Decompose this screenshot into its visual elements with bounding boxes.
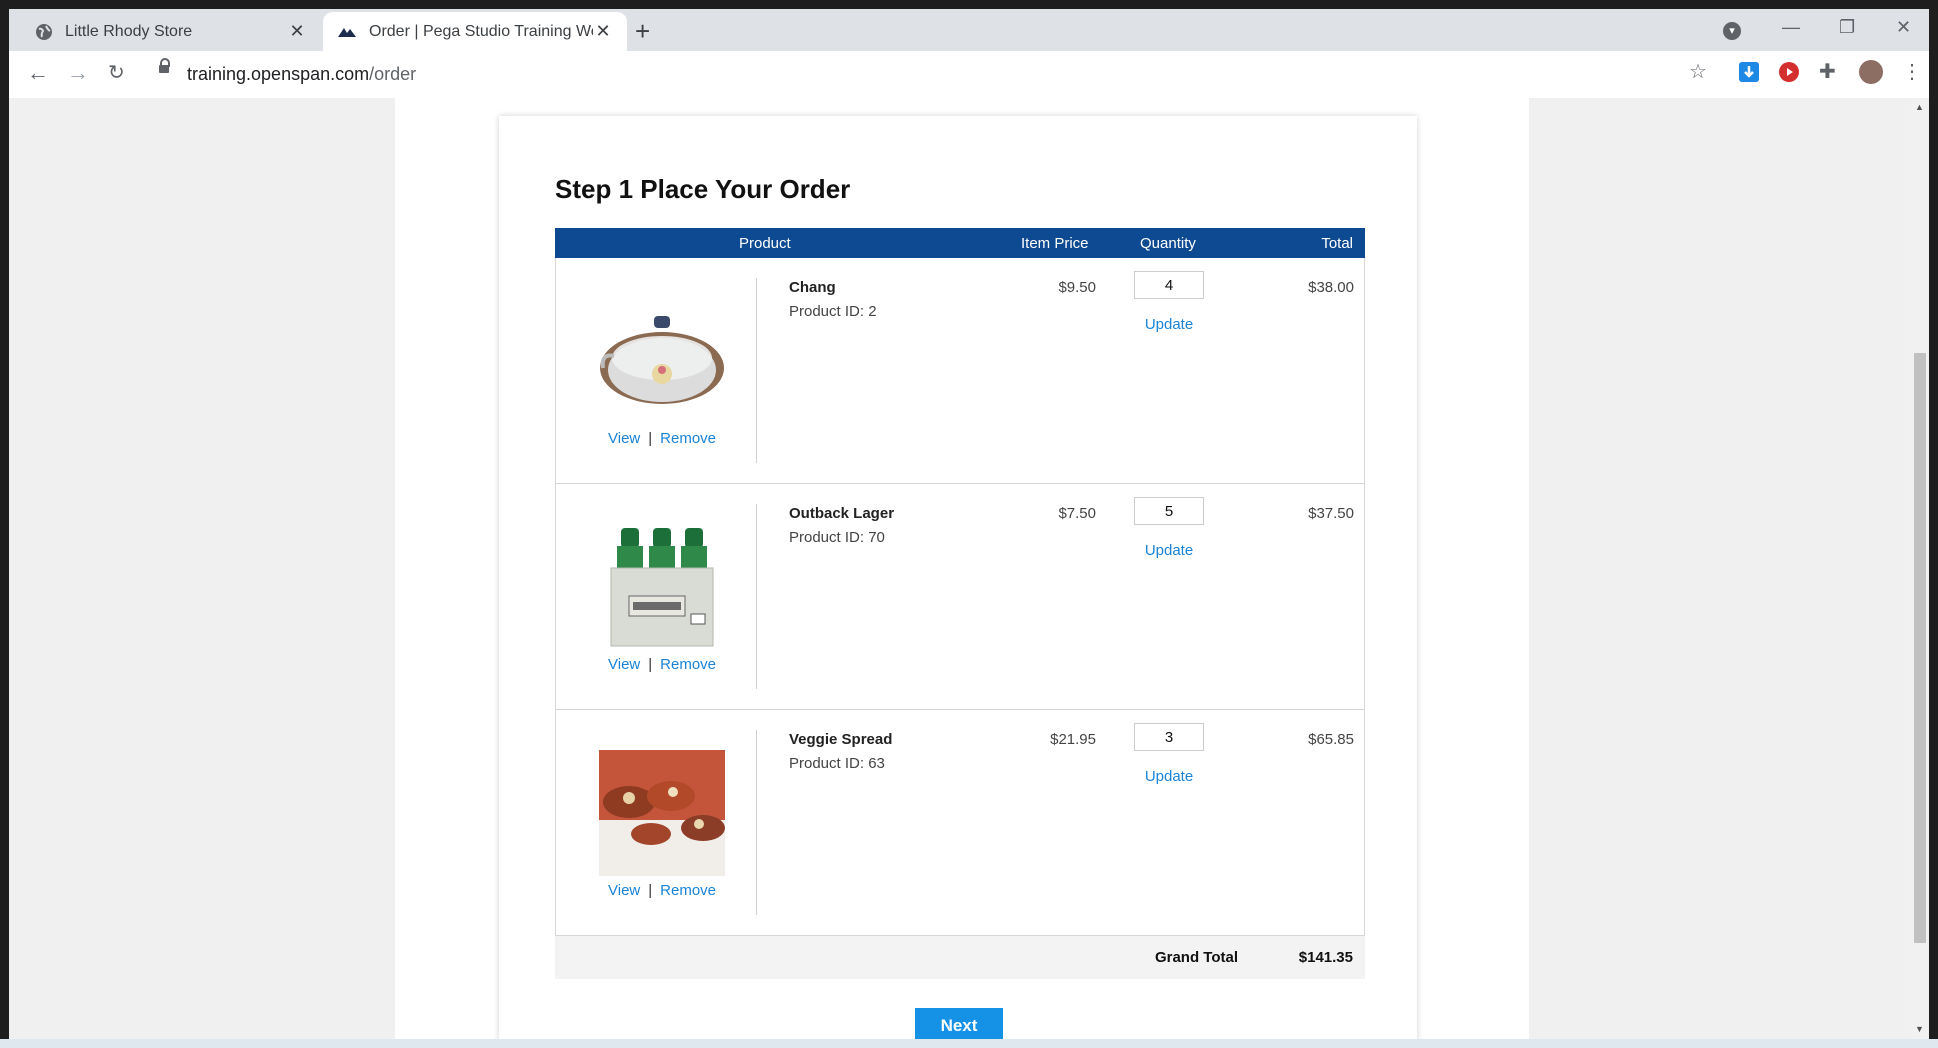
tab-little-rhody-store[interactable]: Little Rhody Store ✕ — [21, 12, 321, 51]
link-separator: | — [648, 882, 653, 899]
grand-total-row: Grand Total $141.35 — [555, 936, 1365, 979]
scroll-thumb[interactable] — [1914, 353, 1926, 943]
close-tab-icon[interactable]: ✕ — [593, 21, 613, 42]
new-tab-icon[interactable]: + — [635, 18, 650, 44]
row-links: View | Remove — [608, 882, 716, 899]
row-links: View | Remove — [608, 656, 716, 673]
item-price: $9.50 — [1058, 279, 1096, 296]
product-image-beer[interactable] — [599, 524, 725, 650]
forward-icon[interactable]: → — [67, 61, 89, 85]
update-link[interactable]: Update — [1145, 768, 1193, 785]
cell-divider — [756, 504, 757, 689]
remove-link[interactable]: Remove — [660, 656, 716, 673]
column-header-quantity: Quantity — [1140, 235, 1196, 252]
product-image-teapot[interactable] — [599, 298, 725, 424]
browser-chrome: Little Rhody Store ✕ Order | Pega Studio… — [9, 9, 1929, 99]
column-header-item-price: Item Price — [1021, 235, 1089, 252]
line-total: $37.50 — [1308, 505, 1354, 522]
product-id: Product ID: 63 — [789, 755, 885, 772]
tab-strip: Little Rhody Store ✕ Order | Pega Studio… — [9, 9, 1929, 51]
tab-title: Order | Pega Studio Training Web — [369, 22, 593, 40]
scroll-down-icon[interactable]: ▼ — [1915, 1024, 1924, 1034]
taskbar-edge — [0, 1039, 1938, 1048]
globe-icon — [36, 23, 52, 40]
table-header: Product Item Price Quantity Total — [555, 228, 1365, 258]
table-row: View | Remove Outback Lager Product ID: 70… — [555, 484, 1365, 710]
tab-title: Little Rhody Store — [65, 22, 193, 40]
tab-order-pega[interactable]: Order | Pega Studio Training Web ✕ — [323, 12, 627, 51]
cell-divider — [756, 278, 757, 463]
view-link[interactable]: View — [608, 430, 640, 447]
quantity-input[interactable] — [1134, 271, 1204, 299]
view-link[interactable]: View — [608, 656, 640, 673]
menu-kebab-icon[interactable]: ⋮ — [1902, 60, 1922, 84]
product-id: Product ID: 70 — [789, 529, 885, 546]
column-header-total: Total — [1321, 235, 1353, 252]
tab-search-icon[interactable]: ▾ — [1723, 22, 1741, 40]
extensions-puzzle-icon[interactable]: ✚ — [1819, 60, 1836, 84]
order-table: Product Item Price Quantity Total View | R… — [555, 228, 1365, 979]
url-path: /order — [369, 64, 417, 84]
address-bar[interactable]: training.openspan.com/order — [187, 64, 416, 85]
product-name: Chang — [789, 279, 836, 296]
close-tab-icon[interactable]: ✕ — [287, 21, 307, 42]
toolbar: ← → ↻ training.openspan.com/order ☆ ✚ ⋮ — [9, 51, 1929, 99]
quantity-input[interactable] — [1134, 497, 1204, 525]
product-name: Veggie Spread — [789, 731, 893, 748]
column-header-product: Product — [739, 235, 791, 252]
product-image-veggie-spread[interactable] — [599, 750, 725, 876]
restore-icon[interactable]: ❐ — [1839, 17, 1855, 38]
scroll-up-icon[interactable]: ▲ — [1915, 102, 1924, 112]
play-extension-icon[interactable] — [1779, 62, 1799, 82]
cell-divider — [756, 730, 757, 915]
next-button[interactable]: Next — [915, 1008, 1003, 1039]
quantity-input[interactable] — [1134, 723, 1204, 751]
download-extension-icon[interactable] — [1739, 62, 1759, 82]
update-link[interactable]: Update — [1145, 316, 1193, 333]
item-price: $21.95 — [1050, 731, 1096, 748]
profile-avatar[interactable] — [1859, 60, 1883, 84]
item-price: $7.50 — [1058, 505, 1096, 522]
page-title: Step 1 Place Your Order — [555, 174, 851, 204]
grand-total-value: $141.35 — [1298, 949, 1353, 966]
link-separator: | — [648, 430, 653, 447]
table-row: View | Remove Chang Product ID: 2 $9.50 Up… — [555, 258, 1365, 484]
remove-link[interactable]: Remove — [660, 430, 716, 447]
line-total: $65.85 — [1308, 731, 1354, 748]
close-window-icon[interactable]: ✕ — [1896, 17, 1911, 38]
product-id: Product ID: 2 — [789, 303, 877, 320]
page-viewport: Step 1 Place Your Order Product Item Pri… — [9, 98, 1911, 1039]
remove-link[interactable]: Remove — [660, 882, 716, 899]
back-icon[interactable]: ← — [27, 61, 49, 85]
view-link[interactable]: View — [608, 882, 640, 899]
minimize-icon[interactable]: — — [1782, 17, 1800, 38]
pega-favicon-icon — [338, 27, 356, 37]
table-row: View | Remove Veggie Spread Product ID: 63… — [555, 710, 1365, 936]
lock-icon[interactable] — [159, 58, 170, 73]
update-link[interactable]: Update — [1145, 542, 1193, 559]
line-total: $38.00 — [1308, 279, 1354, 296]
scrollbar[interactable]: ▲ ▼ — [1911, 98, 1929, 1039]
url-host: training.openspan.com — [187, 64, 370, 84]
row-links: View | Remove — [608, 430, 716, 447]
product-name: Outback Lager — [789, 505, 895, 522]
bookmark-star-icon[interactable]: ☆ — [1689, 60, 1707, 84]
link-separator: | — [648, 656, 653, 673]
reload-icon[interactable]: ↻ — [108, 61, 125, 85]
grand-total-label: Grand Total — [1154, 949, 1238, 966]
